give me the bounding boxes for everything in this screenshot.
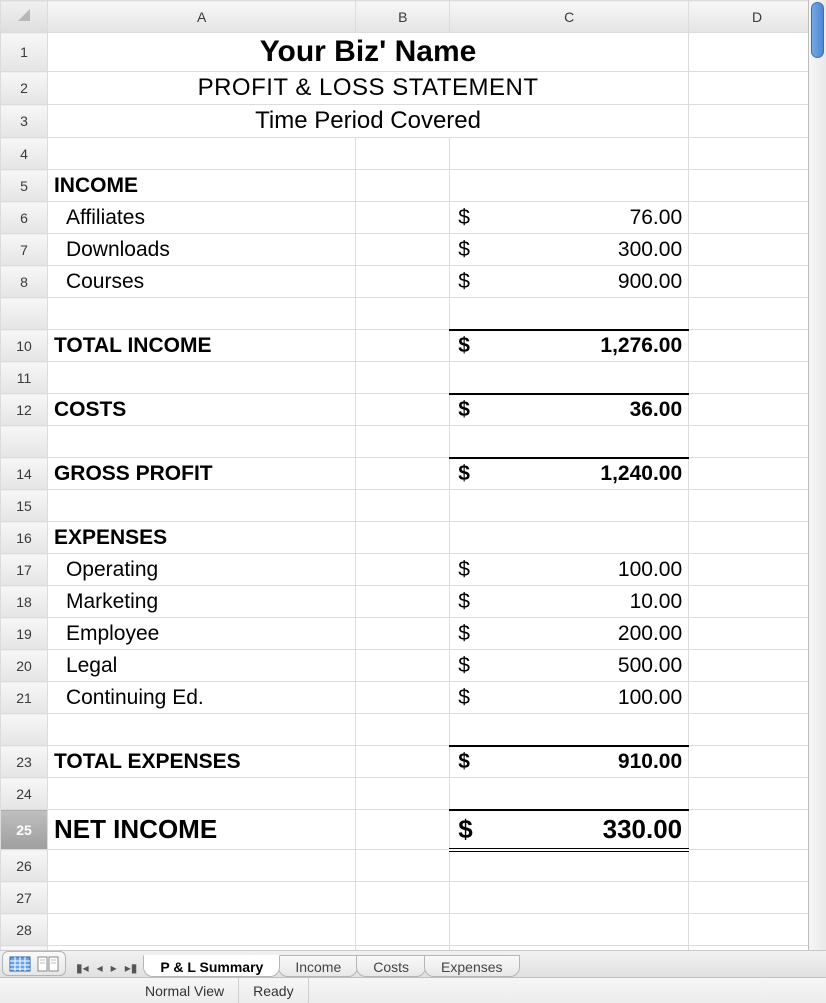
income-item-label[interactable]: Downloads (48, 234, 355, 265)
row-header[interactable]: 19 (1, 618, 48, 650)
row-header[interactable]: 6 (1, 202, 48, 234)
income-item-label[interactable]: Affiliates (48, 202, 355, 233)
expenses-header[interactable]: EXPENSES (48, 522, 355, 553)
total-expenses-value[interactable]: $910.00 (450, 747, 688, 778)
first-sheet-button[interactable]: ▮◂ (76, 961, 89, 975)
row-header[interactable]: 28 (1, 914, 48, 946)
row-header[interactable]: 24 (1, 778, 48, 810)
row-header[interactable]: 23 (1, 746, 48, 778)
expense-item-label[interactable]: Employee (48, 618, 355, 649)
title-cell[interactable]: Your Biz' Name (48, 33, 688, 71)
next-sheet-button[interactable]: ▸ (111, 961, 117, 975)
prev-sheet-button[interactable]: ◂ (97, 961, 103, 975)
net-income-value[interactable]: $330.00 (450, 811, 688, 848)
row-header[interactable]: 14 (1, 458, 48, 490)
expense-item-label[interactable]: Continuing Ed. (48, 682, 355, 713)
expense-item-label[interactable]: Marketing (48, 586, 355, 617)
col-header-B[interactable]: B (356, 1, 450, 33)
income-item-value[interactable]: $900.00 (450, 266, 688, 297)
sheet-nav-buttons: ▮◂ ◂ ▸ ▸▮ (76, 961, 137, 975)
col-header-C[interactable]: C (450, 1, 689, 33)
row-header[interactable]: 12 (1, 394, 48, 426)
row-header[interactable]: 20 (1, 650, 48, 682)
sheet-tab-costs[interactable]: Costs (356, 955, 426, 977)
expense-item-value[interactable]: $10.00 (450, 586, 688, 617)
net-income-label[interactable]: NET INCOME (48, 810, 355, 849)
sheet-tab-strip: ▮◂ ◂ ▸ ▸▮ P & L Summary Income Costs Exp… (0, 951, 826, 978)
row-header[interactable]: 2 (1, 72, 48, 105)
spreadsheet-grid[interactable]: A B C D 1 Your Biz' Name 2 PROFIT & LOSS… (0, 0, 826, 978)
row-header[interactable]: 26 (1, 850, 48, 882)
last-sheet-button[interactable]: ▸▮ (125, 961, 138, 975)
select-all-corner[interactable] (1, 1, 48, 33)
row-header[interactable]: 16 (1, 522, 48, 554)
subtitle-cell[interactable]: PROFIT & LOSS STATEMENT (48, 72, 688, 104)
row-header[interactable]: 21 (1, 682, 48, 714)
status-state: Ready (239, 978, 308, 1003)
expense-item-value[interactable]: $500.00 (450, 650, 688, 681)
vertical-scrollbar[interactable] (808, 0, 826, 950)
gross-profit-value[interactable]: $1,240.00 (450, 459, 688, 490)
sheet-tab-summary[interactable]: P & L Summary (143, 955, 280, 977)
bottom-bar: ▮◂ ◂ ▸ ▸▮ P & L Summary Income Costs Exp… (0, 950, 826, 1002)
row-header[interactable]: 4 (1, 138, 48, 170)
expense-item-value[interactable]: $100.00 (450, 682, 688, 713)
spreadsheet-area: A B C D 1 Your Biz' Name 2 PROFIT & LOSS… (0, 0, 826, 950)
row-header[interactable]: 10 (1, 330, 48, 362)
status-bar: Normal View Ready (0, 978, 826, 1003)
expense-item-label[interactable]: Legal (48, 650, 355, 681)
expense-item-value[interactable]: $100.00 (450, 554, 688, 585)
sheet-tab-expenses[interactable]: Expenses (424, 955, 519, 977)
costs-label[interactable]: COSTS (48, 394, 355, 425)
status-view-mode: Normal View (0, 978, 239, 1003)
normal-view-icon[interactable] (9, 956, 31, 972)
expense-item-value[interactable]: $200.00 (450, 618, 688, 649)
row-header[interactable]: 8 (1, 266, 48, 298)
col-header-D[interactable]: D (689, 1, 826, 33)
col-header-A[interactable]: A (47, 1, 355, 33)
view-mode-buttons[interactable] (2, 951, 66, 976)
page-layout-view-icon[interactable] (37, 956, 59, 972)
row-header[interactable]: 18 (1, 586, 48, 618)
row-header[interactable]: 7 (1, 234, 48, 266)
row-header[interactable]: 27 (1, 882, 48, 914)
sheet-tab-income[interactable]: Income (278, 955, 358, 977)
total-expenses-label[interactable]: TOTAL EXPENSES (48, 746, 355, 777)
row-header[interactable]: 1 (1, 33, 48, 72)
row-header[interactable]: 5 (1, 170, 48, 202)
row-header[interactable]: 15 (1, 490, 48, 522)
income-item-value[interactable]: $300.00 (450, 234, 688, 265)
row-header-selected[interactable]: 25 (1, 810, 48, 850)
costs-value[interactable]: $36.00 (450, 395, 688, 426)
total-income-value[interactable]: $1,276.00 (450, 331, 688, 362)
row-header[interactable]: 11 (1, 362, 48, 394)
gross-profit-label[interactable]: GROSS PROFIT (48, 458, 355, 489)
row-header[interactable]: 3 (1, 105, 48, 138)
income-header[interactable]: INCOME (48, 170, 355, 201)
income-item-label[interactable]: Courses (48, 266, 355, 297)
row-header[interactable]: 17 (1, 554, 48, 586)
scroll-thumb[interactable] (811, 2, 824, 58)
expense-item-label[interactable]: Operating (48, 554, 355, 585)
total-income-label[interactable]: TOTAL INCOME (48, 330, 355, 361)
period-cell[interactable]: Time Period Covered (48, 105, 688, 137)
income-item-value[interactable]: $76.00 (450, 202, 688, 233)
